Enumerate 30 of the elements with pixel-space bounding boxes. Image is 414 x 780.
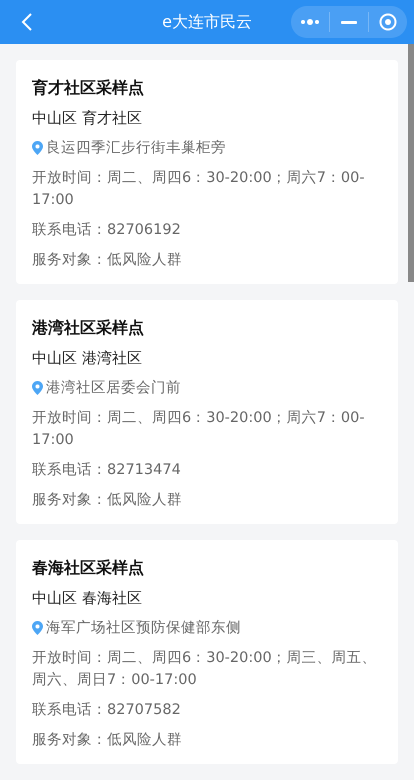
service-target-text: 服务对象：低风险人群 <box>32 731 183 750</box>
location-pin-icon <box>32 141 43 155</box>
sampling-point-card[interactable]: 港湾社区采样点 中山区 港湾社区 港湾社区居委会门前 开放时间：周二、周四6：30-20:00；周六7：00-17:00 联系电话：82713474 服务对象：低风险人群 <box>16 300 398 524</box>
close-icon[interactable] <box>379 13 397 31</box>
service-target-text: 服务对象：低风险人群 <box>32 491 183 510</box>
service-target-text: 服务对象：低风险人群 <box>32 251 183 270</box>
district-text: 中山区 育才社区 <box>32 108 143 129</box>
minimize-icon[interactable] <box>341 20 357 24</box>
more-icon[interactable] <box>300 19 320 25</box>
point-name: 育才社区采样点 <box>32 77 145 99</box>
opening-hours-text: 开放时间：周二、周四6：30-20:00；周六7：00-17:00 <box>32 168 366 210</box>
address-text: 良运四季汇步行街丰巢柜旁 <box>46 138 226 158</box>
opening-hours-text: 开放时间：周二、周四6：30-20:00；周六7：00-17:00 <box>32 408 366 450</box>
address-text: 海军广场社区预防保健部东侧 <box>46 618 241 638</box>
scrollbar[interactable] <box>408 44 414 282</box>
location-pin-icon <box>32 621 43 635</box>
location-pin-icon <box>32 381 43 395</box>
page-title: e大连市民云 <box>162 12 252 32</box>
phone-text: 联系电话：82706192 <box>32 221 182 240</box>
phone-text: 联系电话：82713474 <box>32 461 182 480</box>
sampling-point-card[interactable]: 育才社区采样点 中山区 育才社区 良运四季汇步行街丰巢柜旁 开放时间：周二、周四6：30-20:00；周六7：00-17:00 联系电话：82706192 服务对象：低风险人群 <box>16 60 398 284</box>
phone-text: 联系电话：82707582 <box>32 701 182 720</box>
point-name: 港湾社区采样点 <box>32 317 145 339</box>
sampling-point-card[interactable]: 春海社区采样点 中山区 春海社区 海军广场社区预防保健部东侧 开放时间：周二、周四6：30-20:00；周三、周五、周六、周日7：00-17:00 联系电话：82707582 服务对象：低风险人群 <box>16 540 398 764</box>
back-icon[interactable] <box>20 12 34 32</box>
address-text: 港湾社区居委会门前 <box>46 378 181 398</box>
opening-hours-text: 开放时间：周二、周四6：30-20:00；周三、周五、周六、周日7：00-17:00 <box>32 649 378 690</box>
point-name: 春海社区采样点 <box>32 557 145 579</box>
district-text: 中山区 春海社区 <box>32 588 143 609</box>
district-text: 中山区 港湾社区 <box>32 348 143 369</box>
